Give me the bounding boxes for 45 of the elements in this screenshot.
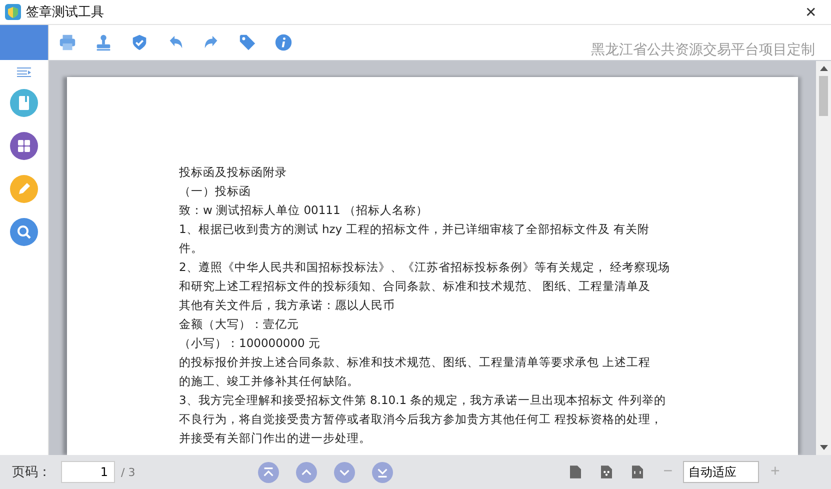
scroll-up-icon[interactable] — [820, 66, 828, 71]
document-text-line: 致：w 测试招标人单位 00111 （招标人名称） — [179, 202, 429, 219]
page-total: / 3 — [121, 466, 136, 478]
shield-check-icon[interactable] — [130, 33, 149, 52]
last-page-icon[interactable] — [372, 462, 394, 482]
search-icon[interactable] — [10, 218, 38, 246]
scroll-down-icon[interactable] — [820, 445, 828, 450]
next-page-icon[interactable] — [334, 462, 356, 482]
pencil-icon[interactable] — [10, 175, 38, 203]
app-logo-icon — [5, 4, 21, 20]
document-text-line: 投标函及投标函附录 — [179, 164, 288, 181]
document-text-line: 的施工、竣工并修补其任何缺陷。 — [179, 373, 360, 390]
printer-icon[interactable] — [58, 33, 77, 52]
first-page-icon[interactable] — [258, 462, 280, 482]
document-text-line: 不良行为，将自觉接受贵方暂停或者取消今后我方参加贵方其他任何工 程投标资格的处理， — [179, 411, 664, 428]
document-text-line: 其他有关文件后，我方承诺：愿以人民币 — [179, 297, 396, 314]
scrollbar-thumb[interactable] — [819, 76, 828, 116]
zoom-field[interactable]: 自动适应 — [682, 461, 759, 483]
info-icon[interactable] — [274, 33, 293, 52]
document-text-line: 2、遵照《中华人民共和国招标投标法》、《江苏省招标投标条例》等有关规定， 经考察现场 — [179, 259, 671, 276]
page-label: 页码： — [12, 464, 51, 481]
document-text-line: 并接受有关部门作出的进一步处理。 — [179, 430, 372, 447]
previous-page-icon[interactable] — [296, 462, 318, 482]
document-icon[interactable] — [10, 89, 38, 117]
tag-icon[interactable] — [238, 33, 257, 52]
close-button[interactable]: ✕ — [791, 0, 831, 24]
document-text-line: 件。 — [179, 240, 204, 257]
page-dots-icon[interactable] — [601, 465, 612, 479]
sidebar-header — [0, 25, 48, 60]
single-page-icon[interactable] — [570, 465, 582, 479]
document-text-line: 1、根据已收到贵方的测试 hzy 工程的招标文件，并已详细审核了全部招标文件及 有关附 — [179, 221, 650, 238]
page-number-field[interactable]: 1 — [61, 461, 115, 483]
fit-page-icon[interactable] — [632, 465, 644, 479]
stamp-icon[interactable] — [94, 33, 113, 52]
vertical-scrollbar[interactable] — [816, 61, 831, 455]
menu-icon[interactable] — [16, 67, 32, 77]
project-caption: 黑龙江省公共资源交易平台项目定制 — [591, 40, 815, 58]
document-text-line: 的投标报价并按上述合同条款、标准和技术规范、图纸、工程量清单等要求承包 上述工程 — [179, 354, 652, 371]
grid-icon[interactable] — [10, 132, 38, 160]
document-text-line: 和研究上述工程招标文件的投标须知、合同条款、标准和技术规范、 图纸、工程量清单及 — [179, 278, 652, 295]
window-title: 签章测试工具 — [26, 4, 104, 21]
document-text-line: （小写）：100000000 元 — [179, 335, 322, 352]
document-text-line: （一）投标函 — [179, 183, 252, 200]
document-text-line: 3、我方完全理解和接受招标文件第 8.10.1 条的规定，我方承诺一旦出现本招标文 件列举的 — [179, 392, 667, 409]
document-text-line: 金额（大写）：壹亿元 — [179, 316, 300, 333]
